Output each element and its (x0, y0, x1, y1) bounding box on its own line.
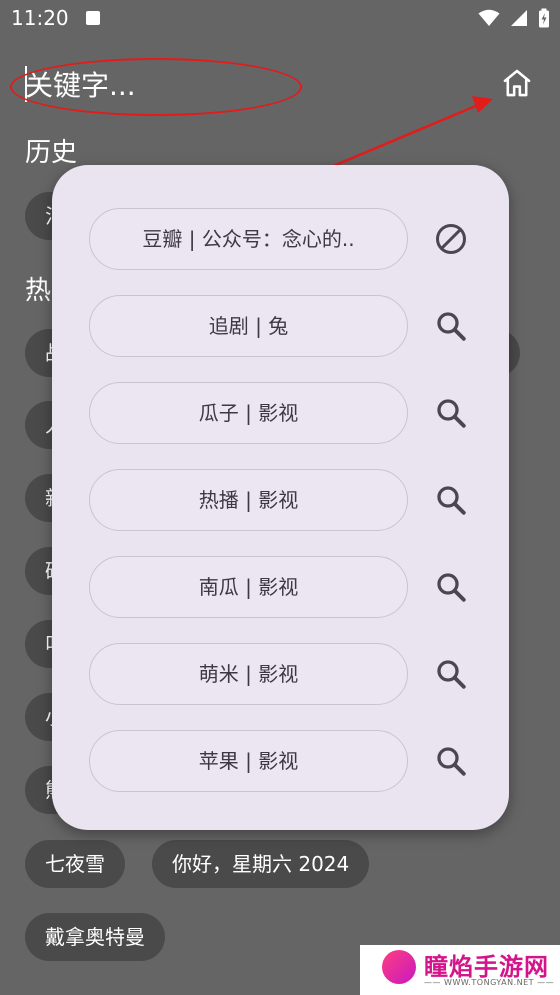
hot-chip[interactable]: 七夜雪 (25, 840, 125, 888)
source-row: 追剧 | 兔 (89, 295, 479, 357)
search-icon[interactable] (433, 395, 469, 431)
source-button[interactable]: 瓜子 | 影视 (89, 382, 408, 444)
search-icon[interactable] (433, 569, 469, 605)
hot-title: 热 (25, 276, 52, 306)
source-button[interactable]: 苹果 | 影视 (89, 730, 408, 792)
search-icon[interactable] (433, 482, 469, 518)
source-button[interactable]: 南瓜 | 影视 (89, 556, 408, 618)
source-button[interactable]: 豆瓣 | 公众号：念心的.. (89, 208, 408, 270)
flame-logo-icon (382, 950, 416, 984)
hot-chip[interactable]: 戴拿奥特曼 (25, 913, 165, 961)
search-icon[interactable] (433, 308, 469, 344)
source-button[interactable]: 追剧 | 兔 (89, 295, 408, 357)
source-button[interactable]: 热播 | 影视 (89, 469, 408, 531)
source-button[interactable]: 萌米 | 影视 (89, 643, 408, 705)
search-icon[interactable] (433, 656, 469, 692)
source-row: 豆瓣 | 公众号：念心的.. (89, 208, 479, 270)
site-watermark: 瞳焰手游网 —— WWW.TONGYAN.NET —— (360, 945, 560, 995)
source-row: 热播 | 影视 (89, 469, 479, 531)
watermark-name: 瞳焰手游网 (424, 953, 549, 981)
source-row: 苹果 | 影视 (89, 730, 479, 792)
source-row: 萌米 | 影视 (89, 643, 479, 705)
source-picker-dialog: 豆瓣 | 公众号：念心的.. 追剧 | 兔 瓜子 | 影视 热播 | 影视 南瓜… (52, 165, 509, 830)
block-icon[interactable] (433, 221, 469, 257)
hot-chip[interactable]: 你好，星期六 2024 (152, 840, 370, 888)
search-icon[interactable] (433, 743, 469, 779)
watermark-url: —— WWW.TONGYAN.NET —— (424, 978, 555, 987)
source-row: 瓜子 | 影视 (89, 382, 479, 444)
source-row: 南瓜 | 影视 (89, 556, 479, 618)
